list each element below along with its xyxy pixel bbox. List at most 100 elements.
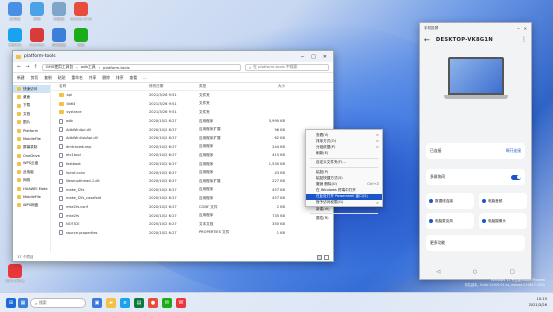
chrome-icon[interactable]: ● <box>148 298 158 308</box>
system-tray-clock[interactable]: 10:15 2021/3/26 <box>529 296 547 308</box>
column-type[interactable]: 类型 <box>199 84 245 89</box>
widgets-icon[interactable]: ▦ <box>18 298 28 308</box>
back-arrow-icon[interactable]: ← <box>17 64 21 70</box>
column-size[interactable]: 大小 <box>245 84 291 89</box>
breadcrumb-item[interactable]: adb工具 <box>81 64 96 70</box>
search-input[interactable]: ⌕ 在 platform-tools 中搜索 <box>245 63 329 71</box>
nav-pane-item[interactable]: 下载 <box>13 102 50 110</box>
nav-home-icon[interactable]: ○ <box>473 269 477 275</box>
nav-pane-item[interactable]: MobileFile <box>13 135 50 143</box>
desktop-icon[interactable]: 控制面板 <box>48 28 70 48</box>
collab-toggle[interactable] <box>511 174 521 180</box>
context-menu-item[interactable]: 自定义文件夹(F)... <box>306 160 382 166</box>
nav-pane-item[interactable]: WPS网盘 <box>13 201 50 209</box>
more-icon[interactable]: ⋮ <box>521 36 527 43</box>
edge-icon[interactable]: e <box>120 298 130 308</box>
command-bar-item[interactable]: 新建 <box>17 75 25 81</box>
file-row[interactable]: make_f2fs_casefold 2020/10/2 6:27 应用程序 457 … <box>51 194 333 203</box>
nav-pane-item[interactable]: HUAWEI Mate <box>13 185 50 193</box>
tile-audio[interactable]: 电脑音频 <box>479 193 527 209</box>
more-features-card[interactable]: 更多功能 <box>426 235 525 251</box>
nav-pane-item[interactable]: 快速访问 <box>13 85 50 94</box>
tile-camera[interactable]: 电脑摄像头 <box>479 213 527 229</box>
file-row[interactable]: libwinpthread-1.dll 2020/10/2 6:27 应用程序扩展 2… <box>51 177 333 186</box>
file-explorer-icon[interactable]: ▰ <box>106 298 116 308</box>
nav-recent-icon[interactable]: □ <box>510 269 515 275</box>
file-row[interactable]: systrace 2021/3/26 9:51 文件夹 <box>51 108 333 117</box>
desktop-icon[interactable]: WPS Office <box>4 264 26 283</box>
context-menu-item[interactable]: 刷新(E) <box>306 151 382 157</box>
desktop-icon[interactable]: 微信 <box>70 28 92 48</box>
up-arrow-icon[interactable]: ↑ <box>33 64 37 70</box>
forward-arrow-icon[interactable]: → <box>25 64 29 70</box>
tiles-view-icon[interactable] <box>324 254 329 260</box>
nav-pane-item[interactable]: Platform <box>13 126 50 134</box>
minimize-icon[interactable]: ─ <box>301 54 304 60</box>
file-explorer-window[interactable]: platform-tools ─ □ ✕ ← → ↑ GMS使用工具包 › adb… <box>12 50 334 262</box>
column-name[interactable]: 名称 <box>51 84 149 89</box>
file-row[interactable]: source.properties 2020/10/2 6:27 PROPERTIE… <box>51 229 333 238</box>
command-bar-item[interactable]: 重命名 <box>71 75 82 81</box>
close-icon[interactable]: ✕ <box>524 26 527 31</box>
back-arrow-icon[interactable]: ← <box>424 36 430 44</box>
taskbar-search[interactable]: ⌕ 搜索 <box>30 298 86 308</box>
context-menu-item[interactable]: 属性(R) <box>306 215 382 221</box>
file-row[interactable]: dmtracedump 2020/10/2 6:27 应用程序 244 KB <box>51 143 333 152</box>
file-row[interactable]: mke2fs 2020/10/2 6:27 应用程序 735 KB <box>51 211 333 220</box>
nav-pane-item[interactable]: OneDrive <box>13 151 50 159</box>
nav-pane-item[interactable]: 文档 <box>13 110 50 118</box>
file-row[interactable]: hprof-conv 2020/10/2 6:27 应用程序 43 KB <box>51 168 333 177</box>
file-row[interactable]: mke2fs.conf 2020/10/2 6:27 CONF 文件 2 KB <box>51 203 333 212</box>
nav-pane-item[interactable]: 此电脑 <box>13 168 50 176</box>
column-date[interactable]: 修改日期 <box>149 84 199 89</box>
nav-pane-item[interactable]: 图片 <box>13 118 50 126</box>
file-row[interactable]: AdbWinUsbApi.dll 2020/10/2 6:27 应用程序扩展 62 K… <box>51 134 333 143</box>
connection-card[interactable]: 已连接 断开连接 <box>426 143 525 159</box>
desktop-icon[interactable]: 此电脑 <box>4 2 26 22</box>
maximize-icon[interactable]: □ <box>311 54 316 60</box>
file-row[interactable]: NOTICE 2020/10/2 6:27 文本文档 350 KB <box>51 220 333 229</box>
task-view-icon[interactable]: ▣ <box>92 298 102 308</box>
file-row[interactable]: lib64 2021/3/26 9:51 文件夹 <box>51 100 333 109</box>
file-row[interactable]: adb 2020/10/2 6:27 应用程序 5,990 KB <box>51 117 333 126</box>
file-row[interactable]: api 2021/3/26 9:51 文件夹 <box>51 91 333 100</box>
breadcrumb-item[interactable]: platform-tools <box>103 65 130 70</box>
nav-back-icon[interactable]: ◁ <box>436 269 440 275</box>
store-icon[interactable]: ▤ <box>134 298 144 308</box>
command-bar-item[interactable]: ... <box>143 75 147 80</box>
context-menu-item[interactable]: 新建(W) > <box>306 206 382 212</box>
close-icon[interactable]: ✕ <box>323 54 327 60</box>
breadcrumb[interactable]: GMS使用工具包 › adb工具 › platform-tools <box>41 63 241 71</box>
file-row[interactable]: make_f2fs 2020/10/2 6:27 应用程序 457 KB <box>51 186 333 195</box>
explorer-titlebar[interactable]: platform-tools ─ □ ✕ <box>13 51 333 62</box>
tile-microphone[interactable]: 电脑麦克风 <box>426 213 474 229</box>
details-view-icon[interactable] <box>317 254 322 260</box>
desktop-icon[interactable]: 网络 <box>26 2 48 22</box>
command-bar-item[interactable]: 删除 <box>102 75 110 81</box>
start-icon[interactable]: ⊞ <box>6 298 16 308</box>
command-bar-item[interactable]: 剪切 <box>31 75 39 81</box>
breadcrumb-item[interactable]: GMS使用工具包 <box>46 64 74 70</box>
desktop-icon[interactable]: 回收站 <box>48 2 70 22</box>
phone-window-titlebar[interactable]: 手机投屏 ─ ✕ <box>420 23 531 34</box>
file-row[interactable]: fastboot 2020/10/2 6:27 应用程序 1,530 KB <box>51 160 333 169</box>
desktop-icon[interactable]: 腾讯QQ <box>4 28 26 48</box>
file-row[interactable]: etc1tool 2020/10/2 6:27 应用程序 415 KB <box>51 151 333 160</box>
command-bar-item[interactable]: 查看 <box>130 75 138 81</box>
nav-pane-item[interactable]: 网络 <box>13 176 50 184</box>
command-bar-item[interactable]: 粘贴 <box>58 75 66 81</box>
tile-cable[interactable]: 数据线连接 <box>426 193 474 209</box>
minimize-icon[interactable]: ─ <box>517 26 519 31</box>
nav-pane-item[interactable]: MobileFile <box>13 193 50 201</box>
wechat-icon[interactable]: ✉ <box>162 298 172 308</box>
nav-pane-item[interactable]: 屏幕录制 <box>13 143 50 151</box>
file-row[interactable]: AdbWinApi.dll 2020/10/2 6:27 应用程序扩展 96 KB <box>51 125 333 134</box>
disconnect-link[interactable]: 断开连接 <box>506 148 521 154</box>
command-bar-item[interactable]: 共享 <box>89 75 97 81</box>
collab-card[interactable]: 多屏协同 <box>426 169 525 185</box>
desktop-icon[interactable]: Anyview <box>26 28 48 47</box>
wps-icon[interactable]: W <box>176 298 186 308</box>
phone-mirror-window[interactable]: 手机投屏 ─ ✕ ← DESKTOP-VK8G1N ⋮ 已连接 断开连接 多屏协… <box>419 22 532 280</box>
command-bar-item[interactable]: 排序 <box>116 75 124 81</box>
nav-pane-item[interactable]: 桌面 <box>13 93 50 101</box>
